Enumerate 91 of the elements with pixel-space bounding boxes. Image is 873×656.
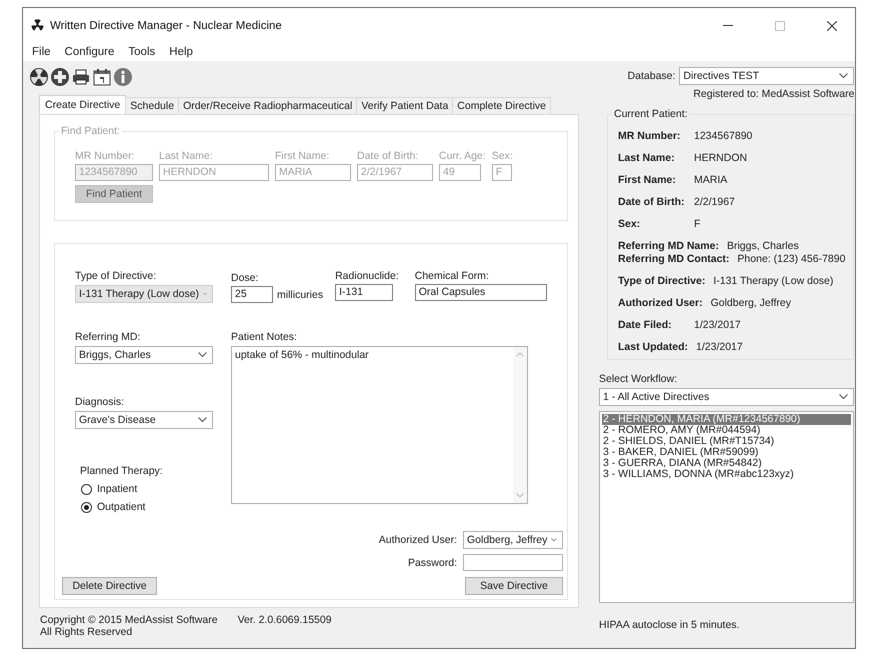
field-label: Radionuclide: <box>335 270 399 282</box>
info-label: Date Filed: <box>618 319 673 331</box>
workflow-dropdown[interactable]: 1 - All Active Directives <box>599 388 854 406</box>
dropdown-caret-icon <box>551 537 557 543</box>
directive-type-dropdown[interactable]: I-131 Therapy (Low dose) <box>75 285 213 303</box>
tab[interactable]: Order/Receive Radiopharmaceutical <box>178 97 358 114</box>
dropdown-caret-icon <box>198 417 207 423</box>
info-value: Phone: (123) 456-7890 <box>737 253 846 265</box>
field-label: Sex: <box>492 150 513 162</box>
info-label: Sex: <box>618 218 642 230</box>
info-label: Authorized User: <box>618 297 703 309</box>
info-value: 2/2/1967 <box>694 196 735 208</box>
plus-circle-icon[interactable] <box>50 67 70 87</box>
copyright-text: Copyright © 2015 MedAssist Software <box>40 614 218 626</box>
dropdown-caret-icon <box>839 73 848 79</box>
info-value: HERNDON <box>694 152 748 164</box>
info-label: Last Name: <box>618 152 676 164</box>
info-value: Briggs, Charles <box>726 240 799 252</box>
list-item[interactable]: 3 - GUERRA, DIANA (MR#54842) <box>602 458 852 469</box>
field-label: Chemical Form: <box>414 270 490 282</box>
tab[interactable]: Create Directive <box>39 95 126 114</box>
input-field[interactable]: I-131 <box>335 284 394 301</box>
field-label: Database: <box>628 70 676 82</box>
input-field[interactable]: Oral Capsules <box>414 284 547 301</box>
radiation-icon[interactable] <box>29 67 49 87</box>
authorized-user-dropdown[interactable]: Goldberg, Jeffrey <box>463 531 563 549</box>
info-icon[interactable] <box>113 67 133 87</box>
list-item[interactable]: 2 - SHIELDS, DANIEL (MR#T15734) <box>602 436 852 447</box>
field-label: MR Number: <box>75 150 136 162</box>
info-value: 1/23/2017 <box>696 341 743 353</box>
window-title: Written Directive Manager - Nuclear Medicine <box>50 20 283 32</box>
group-title: Current Patient: <box>612 108 690 120</box>
rights-text: All Rights Reserved <box>40 626 134 638</box>
list-item[interactable]: 3 - BAKER, DANIEL (MR#59099) <box>602 447 852 458</box>
field-label: Planned Therapy: <box>80 465 164 477</box>
group-title: Find Patient: <box>59 125 122 137</box>
tab[interactable]: Complete Directive <box>452 97 551 114</box>
dropdown-caret-icon <box>839 394 848 400</box>
menu-item[interactable]: Tools <box>121 45 162 59</box>
info-label: MR Number: <box>618 130 682 142</box>
info-label: First Name: <box>618 174 677 186</box>
list-item[interactable]: 2 - HERNDON, MARIA (MR#1234567890) <box>602 414 852 425</box>
registration-text: Registered to: MedAssist Software <box>692 88 854 100</box>
delete-directive-button[interactable]: Delete Directive <box>62 577 157 595</box>
database-dropdown[interactable]: Directives TEST <box>679 67 854 85</box>
close-icon[interactable] <box>827 20 837 30</box>
info-label: Last Updated: <box>618 341 688 353</box>
calendar-icon[interactable] <box>92 67 112 87</box>
field-label: Curr. Age: <box>439 150 486 162</box>
field-label: Patient Notes: <box>231 331 298 343</box>
radiation-icon <box>31 19 44 32</box>
info-label: Referring MD Contact: <box>618 253 730 265</box>
input-field[interactable]: 25 <box>231 286 273 303</box>
menu-item[interactable]: Help <box>162 45 200 59</box>
diagnosis-dropdown[interactable]: Grave's Disease <box>75 411 213 429</box>
menu-item[interactable]: File <box>25 45 58 59</box>
radio-option[interactable]: Inpatient <box>81 483 213 495</box>
info-label: Referring MD Name: <box>618 240 719 252</box>
info-value: F <box>694 218 700 230</box>
list-item[interactable]: 3 - WILLIAMS, DONNA (MR#abc123xyz) <box>602 469 852 480</box>
info-value: 1234567890 <box>694 130 752 142</box>
field-label: Date of Birth: <box>357 150 420 162</box>
password-field[interactable] <box>463 554 563 571</box>
autoclose-text: HIPAA autoclose in 5 minutes. <box>599 619 740 631</box>
field-label: First Name: <box>275 150 330 162</box>
tab[interactable]: Verify Patient Data <box>356 97 454 114</box>
field-label: Authorized User: <box>378 534 457 546</box>
info-label: Date of Birth: <box>618 196 686 208</box>
printer-icon[interactable] <box>71 67 91 87</box>
field-label: Password: <box>408 556 457 568</box>
field-label: Select Workflow: <box>599 373 678 385</box>
referring-md-dropdown[interactable]: Briggs, Charles <box>75 346 213 364</box>
menu-item[interactable]: Configure <box>58 45 122 59</box>
radio-option[interactable]: Outpatient <box>81 501 213 513</box>
field-label: Referring MD: <box>75 331 142 343</box>
field-label: Type of Directive: <box>75 270 158 282</box>
patient-list[interactable]: 2 - HERNDON, MARIA (MR#1234567890) 2 - ROMERO, AMY (MR#044594) 2 - SHIELDS, DANIEL (MR#T15734) 3 - BAKER, DANIEL (MR#59099) 3 - GUERRA, DIANA (MR#54842) 3 - WILLIAMS, DONNA (MR#abc123xyz) <box>599 411 854 603</box>
field-label: Last Name: <box>159 150 214 162</box>
info-value: I-131 Therapy (Low dose) <box>713 275 834 287</box>
unit-label: millicuries <box>277 288 324 300</box>
version-text: Ver. 2.0.6069.15509 <box>238 614 332 628</box>
info-value: MARIA <box>694 174 728 186</box>
dropdown-caret-icon <box>198 352 207 358</box>
save-directive-button[interactable]: Save Directive <box>465 577 563 595</box>
field-label: Dose: <box>231 272 260 284</box>
info-value: Goldberg, Jeffrey <box>710 297 791 309</box>
field-label: Diagnosis: <box>75 396 126 408</box>
tab[interactable]: Schedule <box>125 97 180 114</box>
list-item[interactable]: 2 - ROMERO, AMY (MR#044594) <box>602 425 852 436</box>
info-value: 1/23/2017 <box>694 319 741 331</box>
info-label: Type of Directive: <box>618 275 706 287</box>
